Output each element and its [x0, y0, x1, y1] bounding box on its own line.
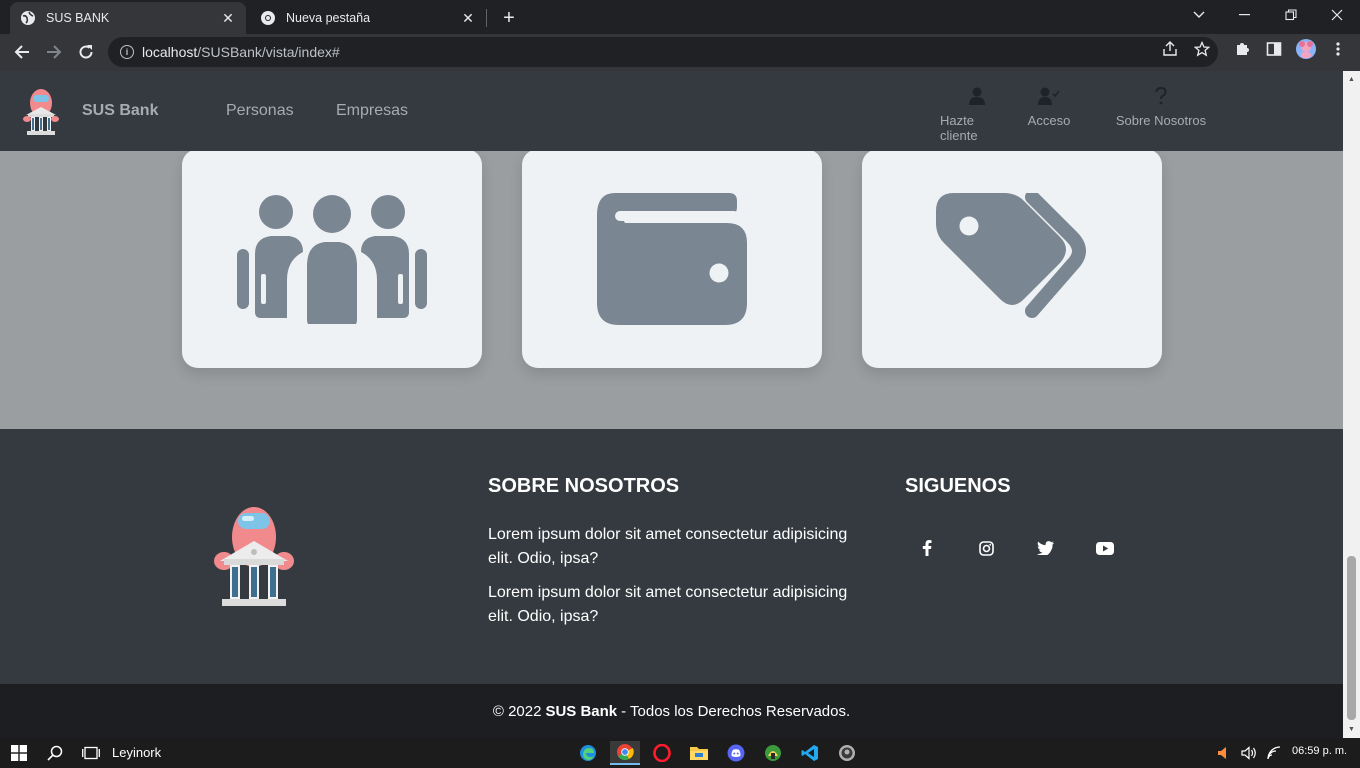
twitter-icon[interactable] — [1030, 533, 1060, 563]
sus-bank-logo[interactable] — [22, 87, 60, 135]
question-icon — [1155, 79, 1167, 113]
url-text: localhost/SUSBank/vista/index# — [142, 44, 340, 60]
nav-acceso[interactable]: Acceso — [1026, 79, 1072, 128]
site-navbar: SUS Bank Personas Empresas Hazte cliente… — [0, 71, 1343, 151]
file-explorer-icon[interactable] — [684, 741, 714, 765]
close-window-button[interactable] — [1314, 0, 1360, 30]
chrome-icon — [260, 10, 276, 26]
opera-icon[interactable] — [647, 741, 677, 765]
service-card-personas[interactable] — [182, 149, 482, 368]
profile-avatar[interactable] — [1295, 38, 1317, 60]
tab-search-icon[interactable] — [1176, 0, 1222, 30]
tab-title: SUS BANK — [46, 11, 110, 25]
user-icon — [969, 79, 985, 113]
search-icon[interactable] — [40, 741, 70, 765]
github-desktop-icon[interactable] — [832, 741, 862, 765]
tags-icon — [936, 192, 1086, 318]
nav-label: Sobre Nosotros — [1115, 113, 1207, 128]
extensions-icon[interactable] — [1231, 38, 1253, 60]
copyright-brand: SUS Bank — [545, 702, 618, 720]
tab-nueva-pestana[interactable]: Nueva pestaña ✕ — [250, 2, 486, 34]
service-card-ofertas[interactable] — [862, 149, 1162, 368]
people-group-icon — [237, 194, 427, 324]
vscode-icon[interactable] — [795, 741, 825, 765]
windows-start-icon[interactable] — [4, 741, 34, 765]
scroll-down-icon[interactable]: ▼ — [1347, 725, 1356, 734]
bookmark-star-icon[interactable] — [1191, 38, 1213, 60]
service-card-cuentas[interactable] — [522, 149, 822, 368]
tab-separator — [486, 9, 487, 27]
footer-about-paragraph: Lorem ipsum dolor sit amet consectetur a… — [488, 526, 848, 567]
instagram-icon[interactable] — [971, 533, 1001, 563]
nav-link-personas[interactable]: Personas — [226, 102, 294, 120]
task-view-icon[interactable] — [76, 741, 106, 765]
youtube-icon[interactable] — [1090, 533, 1120, 563]
user-check-icon — [1038, 79, 1060, 113]
back-button[interactable] — [8, 38, 36, 66]
info-icon[interactable]: i — [120, 45, 134, 59]
browser-tab-bar: SUS BANK ✕ Nueva pestaña ✕ + — [0, 0, 1360, 34]
facebook-icon[interactable] — [912, 533, 942, 563]
sus-bank-footer-logo — [214, 507, 294, 606]
nav-hazte-cliente[interactable]: Hazte cliente — [940, 79, 1014, 143]
close-icon[interactable]: ✕ — [460, 10, 476, 26]
app-green-icon[interactable] — [758, 741, 788, 765]
nav-link-empresas[interactable]: Empresas — [336, 102, 408, 120]
menu-kebab-icon[interactable] — [1327, 38, 1349, 60]
side-panel-icon[interactable] — [1263, 38, 1285, 60]
footer-social-heading: SIGUENOS — [905, 475, 1011, 497]
page-scrollbar[interactable]: ▲ ▼ — [1343, 71, 1360, 738]
share-icon[interactable] — [1159, 38, 1181, 60]
windows-taskbar: Leyinork 06:59 p. m. — [0, 738, 1360, 768]
wifi-icon[interactable] — [1260, 741, 1290, 765]
taskbar-clock[interactable]: 06:59 p. m. — [1292, 745, 1347, 757]
tab-title: Nueva pestaña — [286, 11, 371, 25]
site-footer: SOBRE NOSOTROS Lorem ipsum dolor sit ame… — [0, 429, 1343, 684]
copyright-bar: © 2022 SUS Bank - Todos los Derechos Res… — [0, 684, 1343, 738]
page-viewport: SUS Bank Personas Empresas Hazte cliente… — [0, 71, 1343, 738]
restore-button[interactable] — [1268, 0, 1314, 30]
close-icon[interactable]: ✕ — [220, 10, 236, 26]
wallet-icon — [597, 192, 747, 325]
forward-button[interactable] — [40, 38, 68, 66]
brand-name[interactable]: SUS Bank — [82, 102, 158, 120]
minimize-button[interactable] — [1222, 0, 1268, 30]
copyright-suffix: - Todos los Derechos Reservados. — [621, 702, 851, 720]
scroll-up-icon[interactable]: ▲ — [1347, 75, 1356, 84]
footer-about-paragraph: Lorem ipsum dolor sit amet consectetur a… — [488, 584, 848, 625]
nav-label: Acceso — [1027, 113, 1071, 128]
copyright-prefix: © 2022 — [492, 702, 542, 720]
taskbar-user-label[interactable]: Leyinork — [112, 745, 161, 760]
address-bar[interactable]: i localhost/SUSBank/vista/index# — [108, 37, 1218, 67]
discord-icon[interactable] — [721, 741, 751, 765]
edge-icon[interactable] — [573, 741, 603, 765]
nav-label: Hazte cliente — [940, 113, 978, 143]
scrollbar-thumb[interactable] — [1347, 556, 1356, 720]
globe-icon — [20, 10, 36, 26]
tab-sus-bank[interactable]: SUS BANK ✕ — [10, 2, 246, 34]
footer-about-heading: SOBRE NOSOTROS — [488, 475, 680, 497]
browser-toolbar: i localhost/SUSBank/vista/index# — [0, 34, 1360, 71]
chrome-taskbar-icon[interactable] — [610, 741, 640, 765]
nav-sobre-nosotros[interactable]: Sobre Nosotros — [1114, 79, 1208, 128]
reload-button[interactable] — [72, 38, 100, 66]
services-section — [0, 149, 1343, 429]
new-tab-button[interactable]: + — [496, 5, 522, 31]
